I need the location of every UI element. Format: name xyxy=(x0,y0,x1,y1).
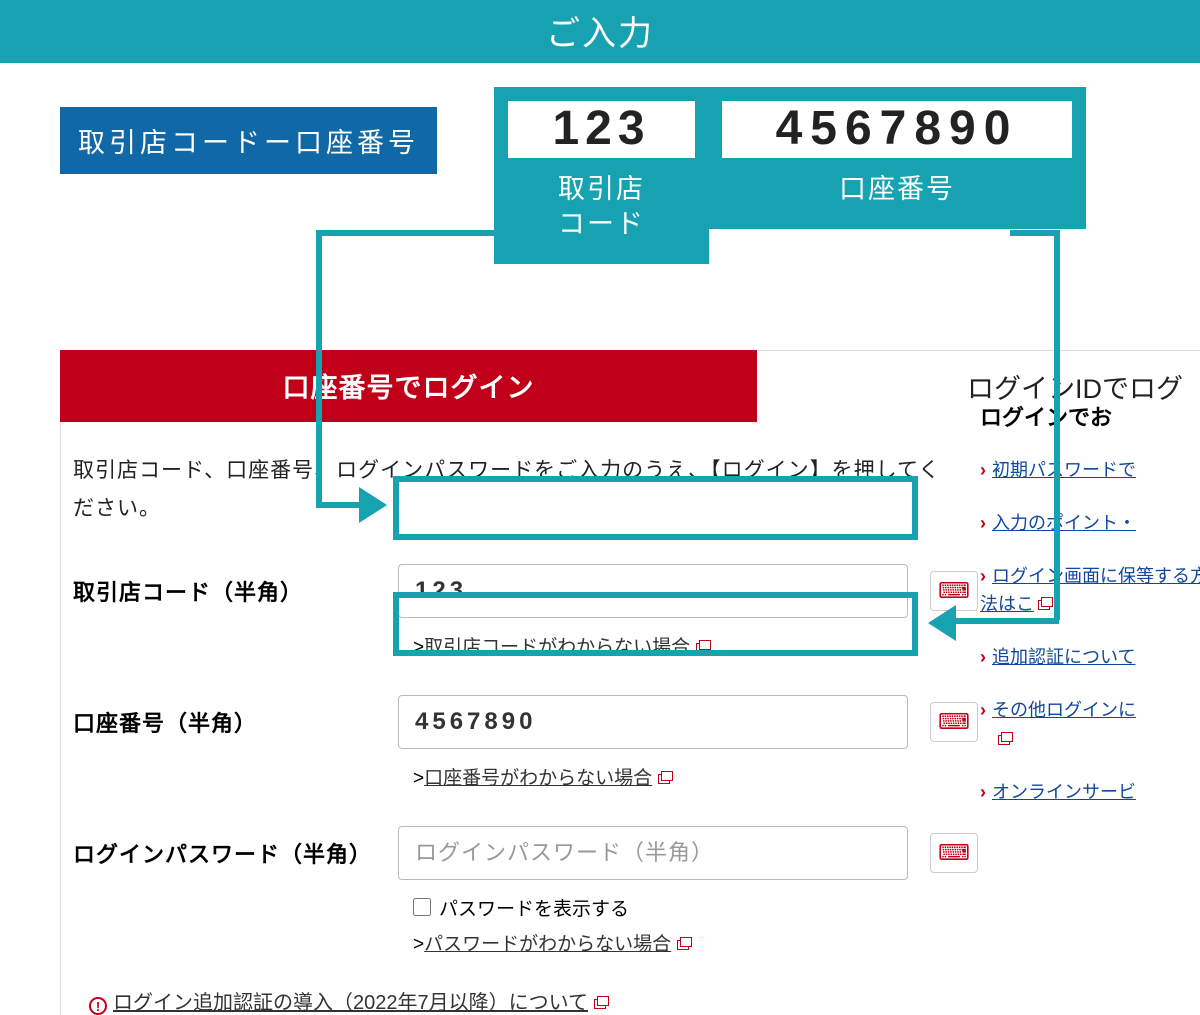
branch-code-input[interactable] xyxy=(398,564,908,618)
auth-notice-link[interactable]: ログイン追加認証の導入（2022年7月以降）について xyxy=(113,992,588,1014)
external-link-icon xyxy=(1038,598,1052,609)
external-link-icon xyxy=(998,733,1012,744)
side-link-list: ›初期パスワードで ›入力のポイント・ ›ログイン画面に保等する方法はこ ›追加… xyxy=(980,456,1200,806)
side-link-1: › 初期パスワードで xyxy=(980,456,1200,485)
password-input[interactable] xyxy=(398,826,908,880)
external-link-icon xyxy=(594,997,608,1008)
caret-icon: › xyxy=(980,566,986,586)
side-link-input-tips[interactable]: 入力のポイント・ xyxy=(992,513,1136,533)
side-link-initial-password[interactable]: 初期パスワードで xyxy=(992,460,1136,480)
caret-icon: › xyxy=(980,460,986,480)
arrow-left-icon xyxy=(928,605,956,641)
account-number-sample-value: 4567890 xyxy=(722,101,1072,158)
side-heading: ログインでお xyxy=(980,400,1200,432)
code-account-label: 取引店コードー口座番号 xyxy=(60,107,437,174)
connector-line xyxy=(316,230,541,236)
side-link-save-screen[interactable]: ログイン画面に保等する方法はこ xyxy=(980,566,1200,615)
branch-code-label: 取引店コード（半角） xyxy=(73,575,398,607)
account-number-sample-box: 4567890 口座番号 xyxy=(708,87,1086,229)
caret-icon: › xyxy=(980,647,986,667)
tab-account-login[interactable]: 口座番号でログイン xyxy=(60,350,757,422)
external-link-icon xyxy=(658,772,672,783)
show-password-label: パスワードを表示する xyxy=(439,894,629,921)
show-password-checkbox[interactable] xyxy=(413,898,431,916)
account-number-help-link[interactable]: 口座番号がわからない場合 xyxy=(424,768,652,789)
password-help: >パスワードがわからない場合 xyxy=(413,929,1200,956)
side-link-additional-auth[interactable]: 追加認証について xyxy=(992,647,1135,667)
auth-notice: ! ログイン追加認証の導入（2022年7月以降）について xyxy=(89,986,1200,1015)
soft-keyboard-button-2[interactable]: ⌨ xyxy=(930,702,978,742)
side-link-3: ›ログイン画面に保等する方法はこ xyxy=(980,562,1200,620)
alert-icon: ! xyxy=(89,997,107,1015)
side-link-4: › 追加認証について xyxy=(980,643,1200,672)
side-link-6: › オンラインサービ xyxy=(980,778,1200,807)
caret-icon: › xyxy=(980,700,986,720)
keyboard-icon: ⌨ xyxy=(938,578,970,604)
account-number-sample-label: 口座番号 xyxy=(722,172,1072,207)
side-link-online-service[interactable]: オンラインサービ xyxy=(992,782,1136,802)
soft-keyboard-button-3[interactable]: ⌨ xyxy=(930,833,978,873)
account-number-input[interactable] xyxy=(398,695,908,749)
connector-line xyxy=(1010,230,1060,236)
side-link-other-login[interactable]: その他ログインに xyxy=(992,700,1136,720)
external-link-icon xyxy=(677,938,691,949)
page-header: ご入力 xyxy=(0,0,1200,63)
password-label: ログインパスワード（半角） xyxy=(73,837,398,869)
branch-code-sample-box: 123 取引店 コード xyxy=(494,87,709,264)
show-password-row: パスワードを表示する xyxy=(413,894,1200,921)
side-link-2: › 入力のポイント・ xyxy=(980,509,1200,538)
caret-icon: › xyxy=(980,513,986,533)
password-help-link[interactable]: パスワードがわからない場合 xyxy=(424,934,671,955)
caret-icon: › xyxy=(980,782,986,802)
password-row: ログインパスワード（半角） ⌨ xyxy=(73,826,1200,880)
connector-line xyxy=(1054,230,1060,620)
account-number-label: 口座番号（半角） xyxy=(73,706,398,738)
keyboard-icon: ⌨ xyxy=(938,709,970,735)
connector-line xyxy=(316,230,322,508)
connector-line xyxy=(316,502,360,508)
instruction-text: 取引店コード、口座番号、ログインパスワードをご入力のうえ、【ログイン】を押してく… xyxy=(73,452,953,528)
branch-code-help-link[interactable]: 取引店コードがわからない場合 xyxy=(424,637,690,658)
keyboard-icon: ⌨ xyxy=(938,840,970,866)
branch-code-sample-value: 123 xyxy=(508,101,695,158)
external-link-icon xyxy=(696,641,710,652)
side-help-panel: ログインでお ›初期パスワードで ›入力のポイント・ ›ログイン画面に保等する方… xyxy=(980,400,1200,830)
explanation-diagram: 取引店コードー口座番号 123 取引店 コード - 4567890 口座番号 xyxy=(60,107,1200,332)
arrow-right-icon xyxy=(359,487,387,523)
side-link-5: › その他ログインに xyxy=(980,696,1200,754)
connector-line xyxy=(955,618,1059,624)
